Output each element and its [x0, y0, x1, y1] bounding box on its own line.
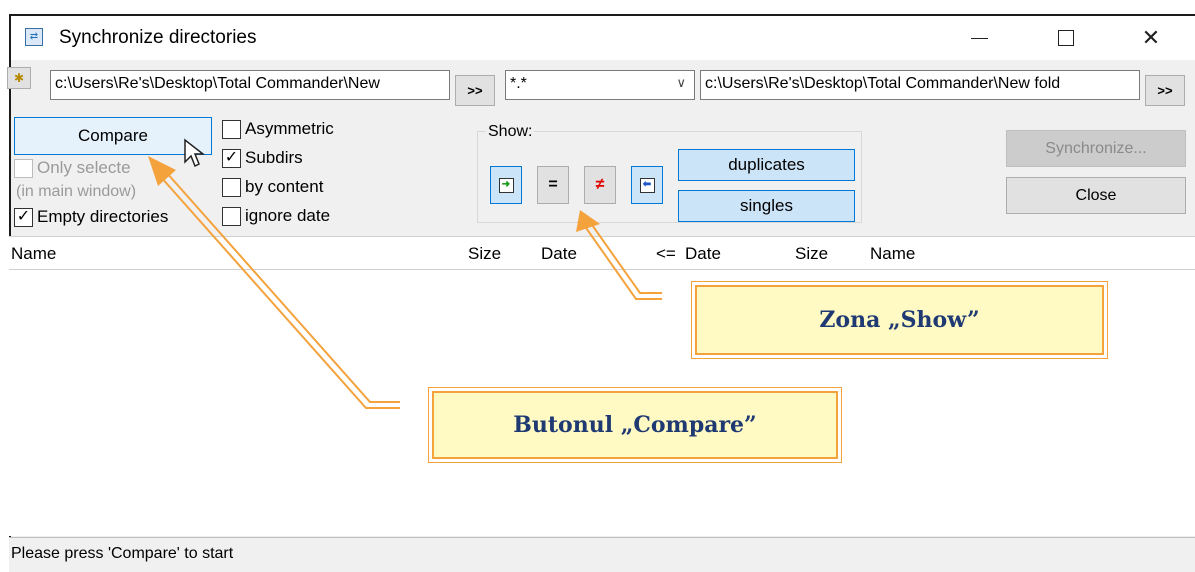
filter-value: *.*: [510, 75, 527, 92]
minimize-button[interactable]: [956, 16, 1002, 60]
right-path-input[interactable]: c:\Users\Re's\Desktop\Total Commander\Ne…: [700, 70, 1140, 100]
ignore-date-box: [222, 206, 241, 226]
col-date-left[interactable]: Date: [541, 244, 577, 264]
ignore-date-checkbox[interactable]: ignore date: [222, 206, 330, 226]
arrow-right-icon: ➜: [498, 177, 514, 193]
by-content-box: [222, 177, 241, 197]
status-text: Please press 'Compare' to start: [11, 545, 234, 562]
synchronize-button[interactable]: Synchronize...: [1006, 130, 1186, 167]
maximize-icon: [1058, 30, 1074, 46]
chevron-down-icon: ∨: [676, 75, 686, 90]
column-header: Name Size Date <= Date Size Name: [9, 236, 1195, 270]
subdirs-checkbox[interactable]: ✓ Subdirs: [222, 148, 303, 168]
app-icon: ⇄: [25, 28, 43, 46]
col-date-right[interactable]: Date: [685, 244, 721, 264]
folder-icon[interactable]: ✱: [7, 67, 31, 89]
subdirs-label: Subdirs: [245, 148, 303, 167]
close-icon: ✕: [1141, 25, 1161, 50]
window-title: Synchronize directories: [59, 27, 257, 48]
empty-directories-box: ✓: [14, 207, 33, 227]
title-bar: ⇄ Synchronize directories ✕: [11, 16, 1195, 60]
callout-show-zone: Zona „Show”: [691, 281, 1108, 359]
equal-label: =: [548, 176, 558, 193]
arrow-left-icon: ⬅: [639, 177, 655, 193]
col-size-right[interactable]: Size: [795, 244, 828, 264]
by-content-checkbox[interactable]: by content: [222, 177, 323, 197]
in-main-window-note: (in main window): [16, 183, 137, 200]
by-content-label: by content: [245, 177, 324, 196]
show-not-equal-toggle[interactable]: ≠: [584, 166, 616, 204]
show-right-to-left-toggle[interactable]: ⬅: [631, 166, 663, 204]
callout-compare-button: Butonul „Compare”: [428, 387, 842, 463]
subdirs-box: ✓: [222, 148, 241, 168]
asymmetric-label: Asymmetric: [245, 119, 334, 138]
close-window-button[interactable]: ✕: [1128, 16, 1174, 60]
only-selected-box: [14, 158, 33, 178]
singles-toggle[interactable]: singles: [678, 190, 855, 222]
ignore-date-label: ignore date: [245, 206, 331, 225]
empty-directories-checkbox[interactable]: ✓ Empty directories: [14, 207, 168, 227]
only-selected-checkbox[interactable]: Only selecte: [14, 158, 131, 178]
status-bar: Please press 'Compare' to start: [9, 537, 1195, 572]
asymmetric-box: [222, 119, 241, 139]
show-label: Show:: [486, 123, 535, 141]
col-compare[interactable]: <=: [656, 244, 676, 264]
col-name-right[interactable]: Name: [870, 244, 915, 264]
left-path-browse-button[interactable]: >>: [455, 75, 495, 106]
left-path-input[interactable]: c:\Users\Re's\Desktop\Total Commander\Ne…: [50, 70, 450, 100]
duplicates-toggle[interactable]: duplicates: [678, 149, 855, 181]
only-selected-label: Only selecte: [37, 158, 131, 177]
right-path-browse-button[interactable]: >>: [1145, 75, 1185, 106]
minimize-icon: [970, 37, 988, 39]
mouse-cursor-icon: [183, 138, 207, 173]
show-left-to-right-toggle[interactable]: ➜: [490, 166, 522, 204]
close-button[interactable]: Close: [1006, 177, 1186, 214]
show-equal-toggle[interactable]: =: [537, 166, 569, 204]
col-name-left[interactable]: Name: [11, 244, 56, 264]
col-size-left[interactable]: Size: [468, 244, 501, 264]
maximize-button[interactable]: [1043, 16, 1089, 60]
empty-directories-label: Empty directories: [37, 207, 169, 226]
filter-combo[interactable]: *.* ∨: [505, 70, 695, 100]
asymmetric-checkbox[interactable]: Asymmetric: [222, 119, 334, 139]
not-equal-label: ≠: [595, 176, 605, 193]
